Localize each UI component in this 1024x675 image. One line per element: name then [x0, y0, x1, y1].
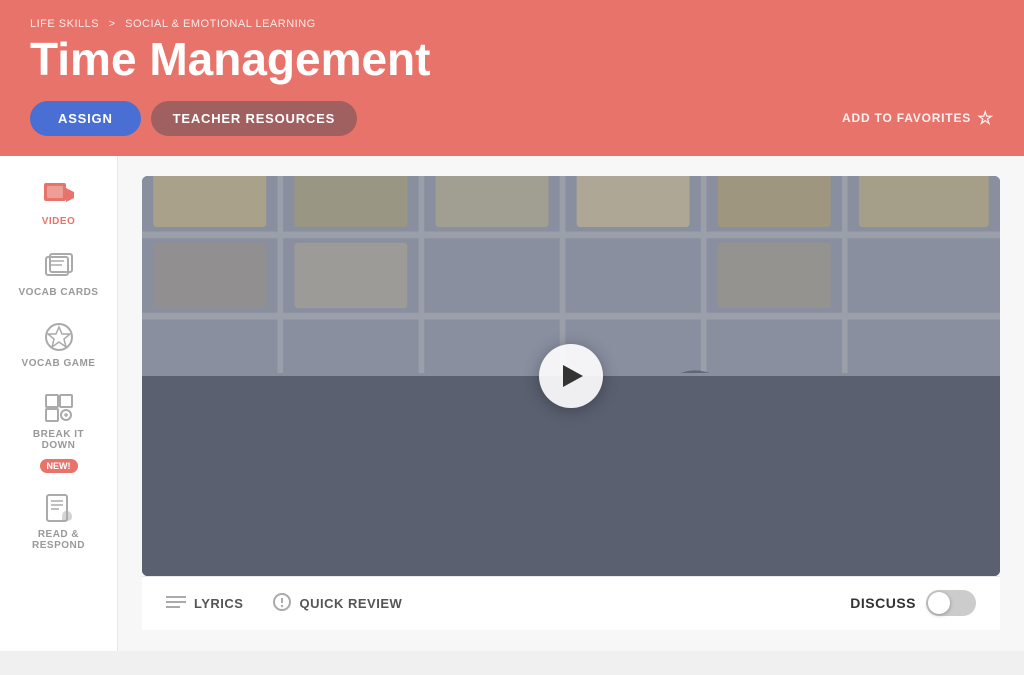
read-respond-icon [42, 493, 76, 523]
sidebar-item-vocab-cards[interactable]: VOCAB CARDS [0, 237, 117, 308]
sidebar-item-vocab-game-label: VOCAB GAME [22, 358, 96, 369]
breadcrumb: LIFE SKILLS > SOCIAL & EMOTIONAL LEARNIN… [30, 18, 994, 30]
discuss-area: DISCUSS [850, 590, 976, 616]
page-title: Time Management [30, 34, 994, 85]
toggle-knob [928, 592, 950, 614]
teacher-resources-button[interactable]: TEACHER RESOURCES [151, 101, 357, 136]
add-to-favorites-label: ADD TO FAVORITES [842, 111, 971, 125]
sidebar-item-video[interactable]: VIDEO [0, 166, 117, 237]
play-button[interactable] [539, 344, 603, 408]
discuss-label: DISCUSS [850, 595, 916, 611]
lyrics-icon [166, 595, 186, 611]
discuss-toggle[interactable] [926, 590, 976, 616]
sidebar-item-video-label: VIDEO [42, 216, 76, 227]
star-icon: ☆ [977, 108, 994, 129]
lyrics-label: LYRICS [194, 596, 243, 611]
sidebar-item-read-respond[interactable]: READ &RESPOND [0, 479, 117, 561]
sidebar-item-vocab-game[interactable]: VOCAB GAME [0, 308, 117, 379]
breadcrumb-part1: LIFE SKILLS [30, 18, 99, 30]
sidebar-item-vocab-cards-label: VOCAB CARDS [19, 287, 99, 298]
video-player[interactable] [142, 176, 1000, 576]
header-banner: LIFE SKILLS > SOCIAL & EMOTIONAL LEARNIN… [0, 0, 1024, 156]
play-icon [563, 365, 583, 387]
content-area: LYRICS QUICK REVIEW DISCUSS [118, 156, 1024, 651]
new-badge: NEW! [40, 459, 78, 473]
video-background [142, 176, 1000, 576]
bottom-bar: LYRICS QUICK REVIEW DISCUSS [142, 576, 1000, 630]
main-layout: VIDEO VOCAB CARDS VOCAB GA [0, 156, 1024, 651]
sidebar-item-break-it-down[interactable]: BREAK ITDOWN NEW! [0, 379, 117, 479]
breadcrumb-part2: SOCIAL & EMOTIONAL LEARNING [125, 18, 316, 30]
header-actions: ASSIGN TEACHER RESOURCES ADD TO FAVORITE… [30, 101, 994, 136]
vocab-cards-icon [42, 251, 76, 281]
video-icon [42, 180, 76, 210]
add-to-favorites-button[interactable]: ADD TO FAVORITES ☆ [842, 108, 994, 129]
header-buttons: ASSIGN TEACHER RESOURCES [30, 101, 357, 136]
sidebar: VIDEO VOCAB CARDS VOCAB GA [0, 156, 118, 651]
sidebar-item-read-respond-label: READ &RESPOND [32, 529, 85, 551]
lyrics-button[interactable]: LYRICS [166, 595, 243, 611]
quick-review-label: QUICK REVIEW [299, 596, 402, 611]
breadcrumb-separator: > [109, 18, 116, 30]
quick-review-button[interactable]: QUICK REVIEW [273, 593, 402, 613]
sidebar-item-break-it-down-label: BREAK ITDOWN [33, 429, 84, 451]
vocab-game-icon [42, 322, 76, 352]
assign-button[interactable]: ASSIGN [30, 101, 141, 136]
quick-review-icon [273, 593, 291, 613]
break-it-down-icon [42, 393, 76, 423]
